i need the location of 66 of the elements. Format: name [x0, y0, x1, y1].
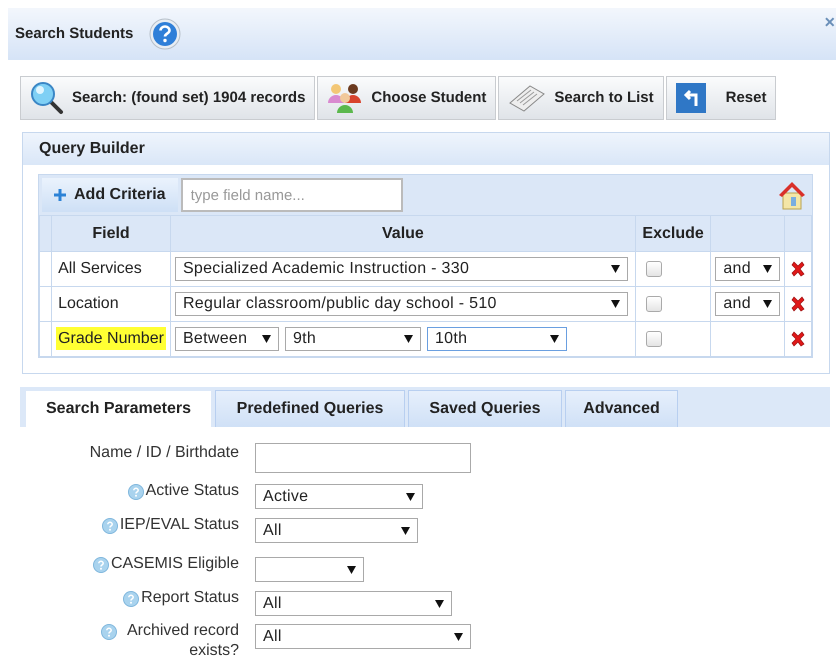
dropdown[interactable]: 9th [284, 327, 421, 351]
caret-icon [763, 265, 772, 273]
caret-icon [610, 300, 620, 308]
window-title: Search Students [15, 24, 134, 44]
checkbox[interactable] [646, 331, 662, 347]
field-label: Location [57, 294, 120, 314]
help-icon[interactable] [128, 484, 144, 500]
field-label: Grade Number [56, 327, 166, 350]
field-search-input[interactable]: type field name... [180, 178, 403, 212]
field-label: Active Status [146, 481, 239, 501]
toolbar-button[interactable]: Reset [666, 76, 776, 120]
delete-icon[interactable] [790, 260, 806, 277]
help-icon[interactable] [101, 624, 117, 640]
caret-icon [610, 265, 620, 273]
field-label: CASEMIS Eligible [110, 554, 239, 574]
column-header: Value [170, 216, 636, 252]
delete-icon[interactable] [790, 296, 806, 312]
help-icon[interactable] [92, 557, 109, 573]
delete-icon[interactable] [790, 330, 806, 347]
paper-icon [508, 83, 546, 113]
field-label: Archived record exists? [126, 621, 239, 661]
add-criteria-button[interactable]: Add Criteria [42, 178, 178, 212]
field-label: IEP/EVAL Status [120, 515, 239, 535]
tab[interactable]: Predefined Queries [215, 390, 405, 427]
search-icon [30, 81, 64, 115]
text-input[interactable] [255, 443, 471, 473]
people-icon [327, 81, 364, 115]
dropdown[interactable]: Regular classroom/public day school - 510 [174, 292, 628, 316]
dropdown[interactable]: and [715, 292, 780, 316]
dropdown[interactable]: Between [174, 327, 279, 351]
dropdown[interactable]: Active [255, 484, 423, 509]
caret-icon [763, 300, 772, 308]
caret-icon [454, 632, 463, 640]
tab[interactable]: Saved Queries [408, 390, 562, 427]
field-label: All Services [57, 259, 143, 279]
checkbox[interactable] [646, 296, 662, 312]
toolbar-button[interactable]: Search: (found set) 1904 records [20, 76, 316, 120]
field-label: Report Status [141, 588, 239, 608]
checkbox[interactable] [646, 261, 662, 277]
toolbar-button[interactable]: Choose Student [317, 76, 496, 120]
column-header: Field [52, 216, 170, 252]
dropdown[interactable]: and [715, 257, 780, 281]
tab[interactable]: Search Parameters [25, 390, 212, 427]
help-icon[interactable] [102, 518, 118, 534]
caret-icon [435, 600, 444, 608]
dropdown[interactable]: All [255, 624, 471, 649]
plus-icon [54, 189, 66, 201]
help-icon[interactable] [123, 591, 140, 607]
help-icon[interactable] [149, 18, 182, 50]
field-label: Name / ID / Birthdate [90, 443, 239, 463]
house-icon[interactable] [777, 179, 807, 211]
dropdown[interactable]: Specialized Academic Instruction - 330 [174, 257, 628, 281]
caret-icon [347, 566, 356, 574]
caret-icon [550, 335, 559, 343]
dropdown[interactable]: All [255, 591, 452, 616]
toolbar-button[interactable]: Search to List [498, 76, 664, 120]
dropdown[interactable] [255, 557, 364, 582]
caret-icon [404, 335, 413, 343]
tab[interactable]: Advanced [565, 390, 678, 427]
column-header: Exclude [635, 216, 711, 252]
caret-icon [401, 526, 410, 534]
dropdown[interactable]: 10th [426, 327, 567, 351]
caret-icon [262, 335, 271, 343]
dropdown[interactable]: All [255, 518, 418, 543]
panel-title: Query Builder [23, 133, 829, 165]
caret-icon [406, 492, 415, 500]
